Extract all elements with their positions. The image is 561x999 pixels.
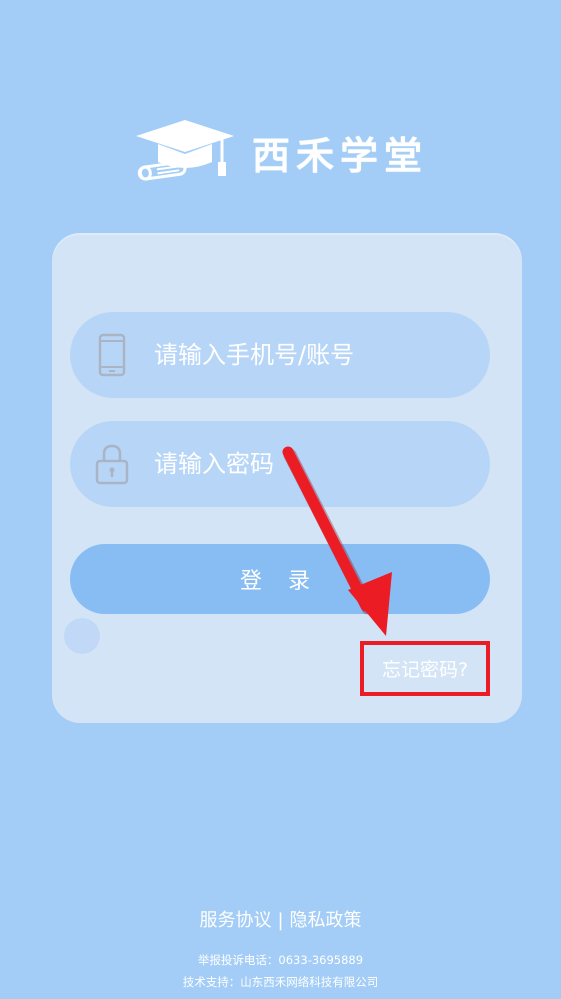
- account-input[interactable]: [152, 340, 456, 370]
- decorative-dot: [64, 618, 100, 654]
- graduation-cap-icon: [136, 120, 234, 181]
- phone-icon: [92, 329, 132, 381]
- password-field[interactable]: [70, 421, 490, 507]
- app-logo: 西禾学堂: [130, 112, 450, 192]
- tech-support: 技术支持：山东西禾网络科技有限公司: [182, 975, 379, 989]
- login-button[interactable]: 登 录: [70, 544, 490, 614]
- forgot-password-link[interactable]: 忘记密码?: [382, 655, 468, 682]
- footer-links: 服务协议 | 隐私政策: [0, 906, 561, 932]
- report-hotline: 举报投诉电话：0633-3695889: [197, 953, 364, 967]
- brand-name: 西禾学堂: [252, 132, 429, 178]
- service-agreement-link[interactable]: 服务协议: [196, 910, 274, 931]
- lock-icon: [92, 438, 132, 490]
- account-field[interactable]: [70, 312, 490, 398]
- footer-separator: |: [277, 910, 284, 931]
- privacy-policy-link[interactable]: 隐私政策: [287, 910, 365, 931]
- password-input[interactable]: [152, 449, 456, 479]
- forgot-password-highlight[interactable]: 忘记密码?: [360, 641, 490, 696]
